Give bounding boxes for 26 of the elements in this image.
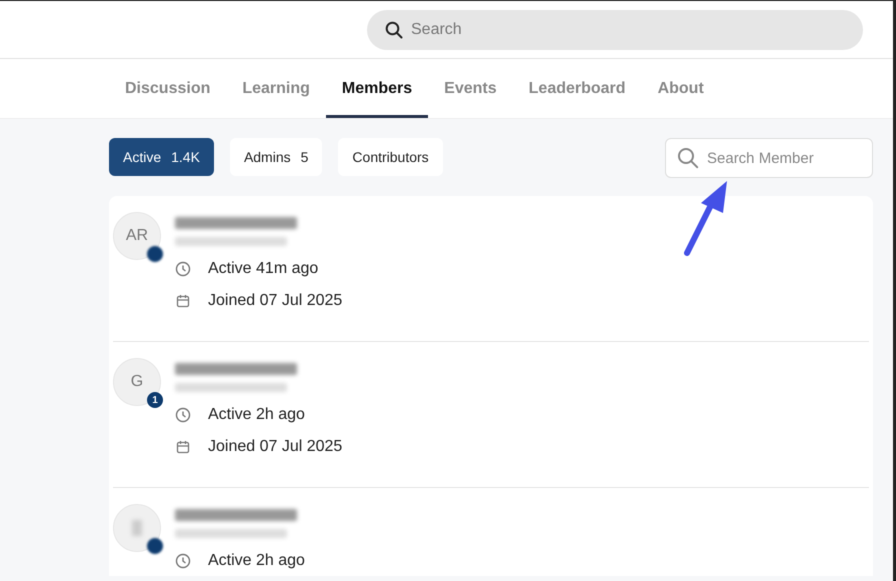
clock-icon bbox=[175, 261, 191, 277]
avatar bbox=[113, 504, 161, 552]
filter-button[interactable]: Active 1.4K bbox=[109, 138, 214, 176]
member-status-text: Joined 07 Jul 2025 bbox=[208, 438, 342, 456]
nav-tab[interactable]: Events bbox=[428, 59, 513, 118]
nav-tab[interactable]: Members bbox=[326, 59, 428, 118]
avatar: AR bbox=[113, 212, 161, 260]
rank-badge bbox=[147, 246, 163, 262]
member-search-field[interactable]: Search Member bbox=[665, 138, 873, 178]
calendar-icon bbox=[175, 293, 191, 309]
rank-badge: 1 bbox=[147, 392, 163, 408]
member-status-text: Active 2h ago bbox=[208, 552, 305, 570]
clock-icon bbox=[175, 407, 191, 423]
search-field[interactable]: Search bbox=[367, 10, 863, 50]
nav-tab[interactable]: About bbox=[642, 59, 720, 118]
clock-icon bbox=[175, 553, 191, 569]
calendar-icon bbox=[175, 439, 191, 455]
member-status-text: Active 41m ago bbox=[208, 260, 318, 278]
member-status-text: Active 2h ago bbox=[208, 406, 305, 424]
filter-button[interactable]: Admins 5 bbox=[230, 138, 322, 176]
filter-button[interactable]: Contributors bbox=[338, 138, 443, 176]
rank-badge bbox=[147, 538, 163, 554]
nav-tab[interactable]: Learning bbox=[226, 59, 326, 118]
nav-tab[interactable]: Discussion bbox=[109, 59, 226, 118]
nav-tab[interactable]: Leaderboard bbox=[512, 59, 642, 118]
member-status-text: Joined 07 Jul 2025 bbox=[208, 292, 342, 310]
